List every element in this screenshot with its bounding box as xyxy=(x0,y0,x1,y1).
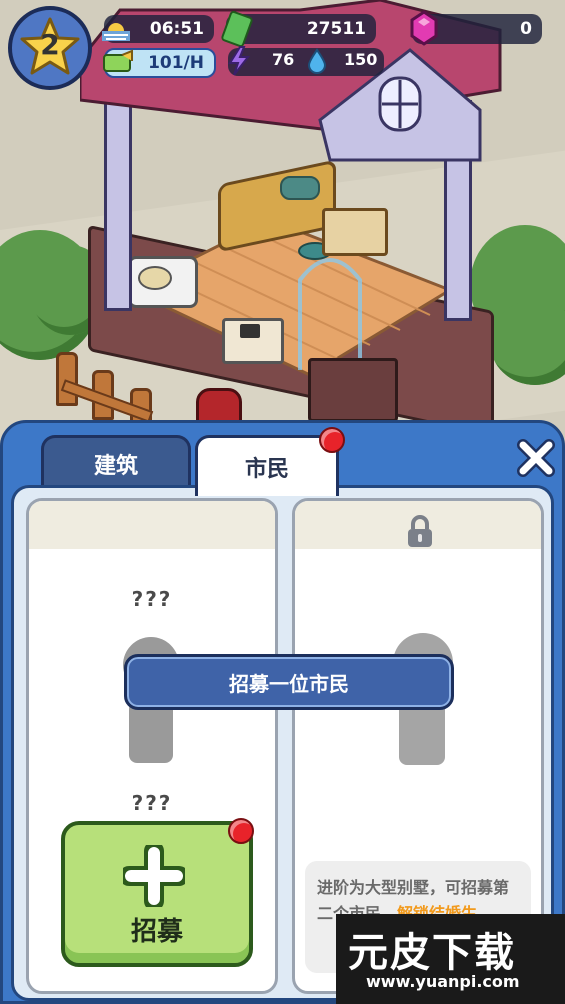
income-rate-value: 101/H xyxy=(148,53,204,73)
slot-header xyxy=(29,501,275,549)
level-number: 2 xyxy=(40,28,60,61)
time-value: 06:51 xyxy=(149,19,204,39)
cash-icon xyxy=(221,10,253,48)
front-steps xyxy=(308,358,398,422)
floor-box-vent xyxy=(240,324,260,338)
gem-icon xyxy=(410,10,438,46)
water-value: 150 xyxy=(344,50,378,69)
watermark: 元皮下载 www.yuanpi.com xyxy=(336,914,565,1004)
plus-icon xyxy=(123,845,185,907)
toilet-bowl xyxy=(138,266,172,290)
cash-value: 27511 xyxy=(306,19,366,39)
recruit-notification-badge xyxy=(228,818,254,844)
tab-citizens-label: 市民 xyxy=(244,457,289,482)
fence-post xyxy=(56,352,78,406)
citizen-slot-1[interactable]: ??? ??? 招募 xyxy=(26,498,278,994)
level-badge[interactable]: 2 xyxy=(8,6,92,90)
citizen-trait-unknown: ??? xyxy=(131,791,173,815)
gem-value: 0 xyxy=(520,19,532,39)
tab-buildings-label: 建筑 xyxy=(93,454,138,479)
tab-citizens[interactable]: 市民 xyxy=(195,435,339,496)
nightstand[interactable] xyxy=(322,208,388,256)
tab-buildings[interactable]: 建筑 xyxy=(41,435,191,490)
close-icon[interactable] xyxy=(515,437,557,479)
recruit-button[interactable]: 招募 xyxy=(61,821,253,967)
recruit-label: 招募 xyxy=(130,917,183,947)
recruit-banner-label: 招募一位市民 xyxy=(229,671,349,696)
energy-icon xyxy=(228,46,251,76)
water-drop-icon xyxy=(307,48,327,74)
cash-up-icon xyxy=(103,49,133,72)
citizen-name-unknown: ??? xyxy=(131,587,173,611)
recruit-banner[interactable]: 招募一位市民 xyxy=(124,654,454,710)
notification-badge xyxy=(319,427,345,453)
pillow xyxy=(280,176,320,200)
watermark-title: 元皮下载 xyxy=(348,930,516,976)
sunrise-icon xyxy=(102,23,130,41)
lock-icon xyxy=(408,515,432,547)
energy-value: 76 xyxy=(272,50,295,69)
watermark-url: www.yuanpi.com xyxy=(366,972,520,991)
